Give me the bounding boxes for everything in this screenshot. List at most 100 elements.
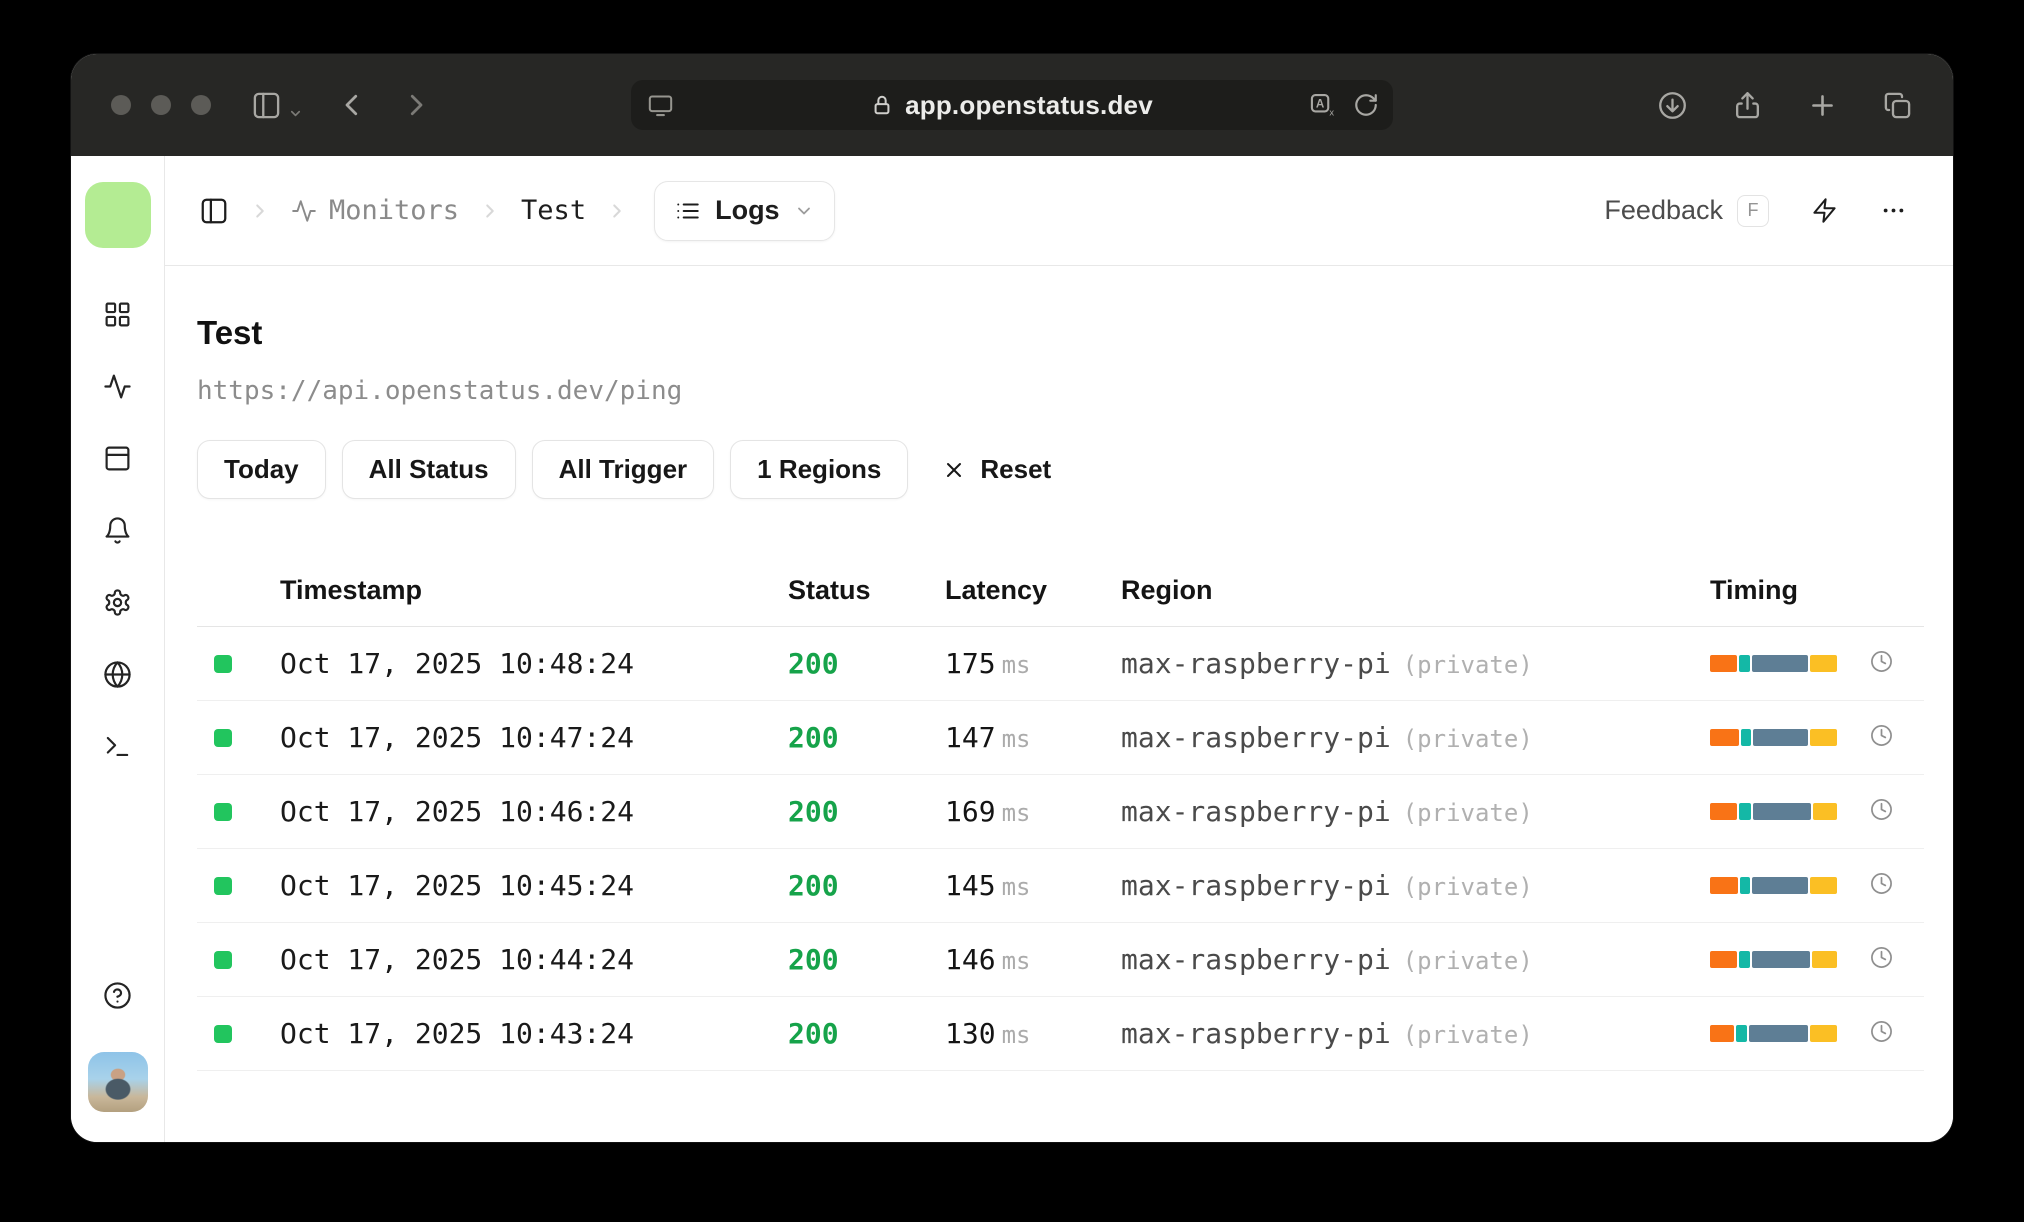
app-sidebar (71, 156, 165, 1142)
list-icon (675, 198, 701, 224)
timing-segment (1710, 803, 1737, 820)
back-button[interactable] (337, 90, 367, 120)
row-latency-unit: ms (1001, 725, 1031, 753)
clock-icon[interactable] (1870, 872, 1893, 895)
tab-overview-icon[interactable] (1882, 90, 1913, 121)
status-page-panel-icon[interactable] (103, 444, 132, 473)
more-options-icon[interactable] (1880, 197, 1907, 224)
breadcrumb-monitor-name[interactable]: Test (521, 195, 586, 226)
settings-gear-icon[interactable] (103, 588, 132, 617)
filter-trigger-button[interactable]: All Trigger (531, 440, 715, 499)
log-row[interactable]: Oct 17, 2025 10:43:24 200 130 ms max-ras… (197, 997, 1924, 1071)
minimize-window-button[interactable] (151, 95, 171, 115)
filter-regions-button[interactable]: 1 Regions (730, 440, 909, 499)
notifications-bell-icon[interactable] (103, 516, 132, 545)
row-region-visibility: (private) (1402, 873, 1533, 901)
translate-icon[interactable]: Ax (1309, 91, 1337, 119)
forward-button[interactable] (401, 90, 431, 120)
app-sidebar-toggle-icon[interactable] (199, 196, 229, 226)
new-tab-icon[interactable] (1807, 90, 1838, 121)
browser-window: app.openstatus.dev Ax Monitors Test Logs… (71, 54, 1953, 1142)
workspace-avatar[interactable] (84, 182, 151, 248)
dashboard-grid-icon[interactable] (103, 300, 132, 329)
timing-bar[interactable] (1710, 803, 1837, 820)
log-row[interactable]: Oct 17, 2025 10:45:24 200 145 ms max-ras… (197, 849, 1924, 923)
browser-toolbar: app.openstatus.dev Ax (71, 54, 1953, 156)
reload-icon[interactable] (1353, 92, 1379, 118)
clock-icon[interactable] (1870, 946, 1893, 969)
logs-table: Timestamp Status Latency Region Timing O… (197, 555, 1924, 1071)
row-latency-value: 175 (945, 647, 996, 680)
close-window-button[interactable] (111, 95, 131, 115)
row-timestamp: Oct 17, 2025 10:48:24 (280, 647, 635, 680)
user-avatar[interactable] (87, 1052, 148, 1112)
breadcrumb-monitors[interactable]: Monitors (291, 195, 459, 226)
row-region-visibility: (private) (1402, 725, 1533, 753)
cli-terminal-icon[interactable] (103, 732, 132, 761)
timing-segment (1749, 1025, 1809, 1042)
zoom-window-button[interactable] (191, 95, 211, 115)
log-row[interactable]: Oct 17, 2025 10:47:24 200 147 ms max-ras… (197, 701, 1924, 775)
row-timestamp: Oct 17, 2025 10:45:24 (280, 869, 635, 902)
monitor-endpoint: https://api.openstatus.dev/ping (197, 376, 683, 406)
timing-segment (1741, 729, 1751, 746)
page-settings-icon[interactable] (647, 92, 674, 119)
log-row[interactable]: Oct 17, 2025 10:48:24 200 175 ms max-ras… (197, 627, 1924, 701)
row-latency-value: 130 (945, 1017, 996, 1050)
activity-icon (291, 198, 317, 224)
row-region-visibility: (private) (1402, 947, 1533, 975)
chevron-down-icon (794, 201, 814, 221)
row-status-indicator (214, 654, 232, 673)
timing-bar[interactable] (1710, 877, 1838, 894)
chevron-right-icon (606, 200, 628, 222)
timing-segment (1710, 951, 1737, 968)
row-status-indicator (214, 950, 232, 969)
row-region: max-raspberry-pi (1121, 1017, 1391, 1050)
help-icon[interactable] (103, 981, 132, 1010)
timing-segment (1736, 1025, 1748, 1042)
command-zap-icon[interactable] (1811, 197, 1838, 224)
regions-globe-icon[interactable] (103, 660, 132, 689)
row-region: max-raspberry-pi (1121, 869, 1391, 902)
monitors-activity-icon[interactable] (103, 372, 132, 401)
row-latency-value: 145 (945, 869, 996, 902)
reset-filters-button[interactable]: Reset (942, 454, 1051, 485)
tab-group-chevron-icon[interactable] (288, 106, 303, 121)
log-row[interactable]: Oct 17, 2025 10:46:24 200 169 ms max-ras… (197, 775, 1924, 849)
address-bar[interactable]: app.openstatus.dev Ax (631, 80, 1393, 130)
share-icon[interactable] (1732, 90, 1763, 121)
timing-segment (1810, 655, 1838, 672)
timing-bar[interactable] (1710, 655, 1838, 672)
log-row[interactable]: Oct 17, 2025 10:44:24 200 146 ms max-ras… (197, 923, 1924, 997)
row-region-visibility: (private) (1402, 651, 1533, 679)
timing-bar[interactable] (1710, 951, 1837, 968)
row-region: max-raspberry-pi (1121, 943, 1391, 976)
feedback-shortcut-badge: F (1737, 194, 1769, 227)
row-status-code: 200 (788, 1017, 839, 1050)
browser-sidebar-icon[interactable] (251, 90, 282, 121)
clock-icon[interactable] (1870, 724, 1893, 747)
clock-icon[interactable] (1870, 798, 1893, 821)
view-selector-logs[interactable]: Logs (654, 180, 835, 241)
timing-bar[interactable] (1710, 729, 1838, 746)
timing-bar[interactable] (1710, 1025, 1838, 1042)
feedback-button[interactable]: Feedback F (1604, 194, 1769, 227)
filter-status-button[interactable]: All Status (341, 440, 516, 499)
timing-segment (1738, 803, 1751, 820)
column-latency: Latency (945, 575, 1048, 605)
filter-period-button[interactable]: Today (197, 440, 326, 499)
page-title: Test (197, 314, 263, 351)
chevron-right-icon (479, 200, 501, 222)
row-latency-unit: ms (1001, 651, 1031, 679)
clock-icon[interactable] (1870, 650, 1893, 673)
row-timestamp: Oct 17, 2025 10:47:24 (280, 721, 635, 754)
row-status-code: 200 (788, 795, 839, 828)
row-status-indicator (214, 728, 232, 747)
timing-segment (1751, 951, 1810, 968)
svg-text:x: x (1329, 108, 1334, 118)
downloads-icon[interactable] (1657, 90, 1688, 121)
table-header-row: Timestamp Status Latency Region Timing (197, 555, 1924, 627)
column-timestamp: Timestamp (280, 575, 423, 605)
column-status: Status (788, 575, 871, 605)
clock-icon[interactable] (1870, 1020, 1893, 1043)
